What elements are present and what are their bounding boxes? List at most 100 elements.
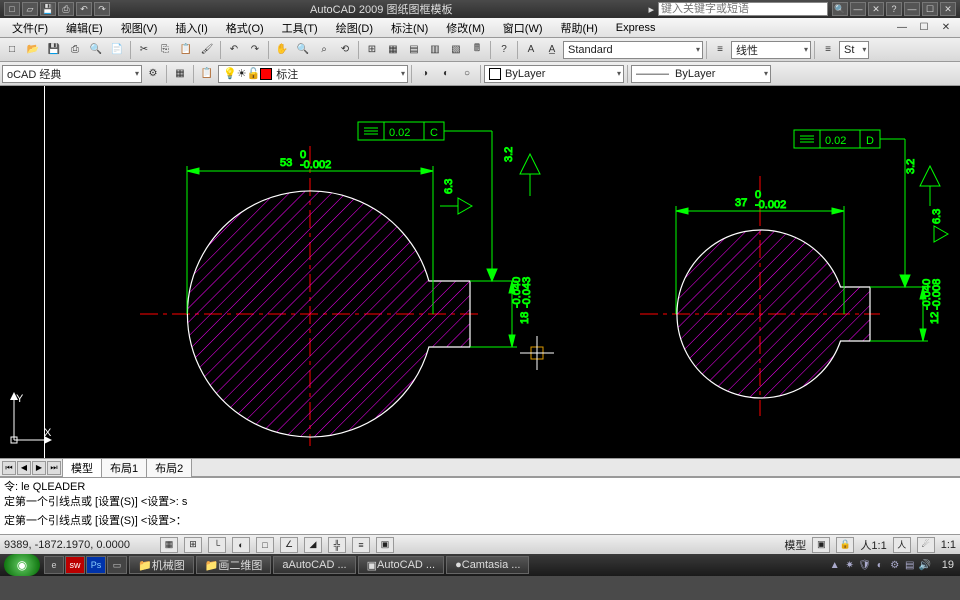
taskbar-item-4[interactable]: ▣ AutoCAD ... bbox=[358, 556, 444, 574]
snap-toggle[interactable]: ▦ bbox=[160, 537, 178, 553]
qat-redo-icon[interactable]: ↷ bbox=[94, 2, 110, 16]
zoom-win-icon[interactable]: ⌕ bbox=[314, 40, 334, 60]
tab-prev-icon[interactable]: ◀ bbox=[17, 461, 31, 475]
save-icon[interactable]: 💾 bbox=[44, 40, 64, 60]
ws-settings-icon[interactable]: ⚙ bbox=[143, 64, 163, 84]
search-icon[interactable]: 🔍 bbox=[832, 2, 848, 16]
menu-tools[interactable]: 工具(T) bbox=[274, 18, 326, 38]
tray-icon[interactable]: ▤ bbox=[903, 558, 917, 572]
ortho-toggle[interactable]: └ bbox=[208, 537, 226, 553]
taskbar-item-1[interactable]: 📁 机械图 bbox=[129, 556, 194, 574]
ql-sw-icon[interactable]: sw bbox=[65, 556, 85, 574]
undo-icon[interactable]: ↶ bbox=[224, 40, 244, 60]
menu-edit[interactable]: 编辑(E) bbox=[58, 18, 111, 38]
pan-icon[interactable]: ✋ bbox=[272, 40, 292, 60]
ql-ie-icon[interactable]: e bbox=[44, 556, 64, 574]
grid-toggle[interactable]: ⊞ bbox=[184, 537, 202, 553]
menu-format[interactable]: 格式(O) bbox=[218, 18, 272, 38]
open-icon[interactable]: 📂 bbox=[23, 40, 43, 60]
copy-icon[interactable]: ⎘ bbox=[155, 40, 175, 60]
linetype-icon[interactable]: ≡ bbox=[710, 40, 730, 60]
menu-modify[interactable]: 修改(M) bbox=[438, 18, 493, 38]
tray-volume-icon[interactable]: 🔊 bbox=[918, 558, 932, 572]
dcenter-icon[interactable]: ▦ bbox=[383, 40, 403, 60]
qat-open-icon[interactable]: ▱ bbox=[22, 2, 38, 16]
markup-icon[interactable]: ▧ bbox=[446, 40, 466, 60]
properties-icon[interactable]: ⊞ bbox=[362, 40, 382, 60]
lwt-toggle[interactable]: ≡ bbox=[352, 537, 370, 553]
polar-toggle[interactable]: ◐ bbox=[232, 537, 250, 553]
tab-next-icon[interactable]: ▶ bbox=[32, 461, 46, 475]
taskbar-item-2[interactable]: 📁 画二维图 bbox=[196, 556, 272, 574]
star-icon[interactable]: ✕ bbox=[868, 2, 884, 16]
layer-mgr-icon[interactable]: 📋 bbox=[197, 64, 217, 84]
close-icon[interactable]: ✕ bbox=[940, 2, 956, 16]
tab-last-icon[interactable]: ⏭ bbox=[47, 461, 61, 475]
qat-save-icon[interactable]: 💾 bbox=[40, 2, 56, 16]
tab-layout2[interactable]: 布局2 bbox=[146, 458, 192, 477]
menu-file[interactable]: 文件(F) bbox=[4, 18, 56, 38]
publish-icon[interactable]: 📄 bbox=[107, 40, 127, 60]
tray-icon[interactable]: ◐ bbox=[873, 558, 887, 572]
textstyle-icon[interactable]: A̲ bbox=[542, 40, 562, 60]
menu-window[interactable]: 窗口(W) bbox=[495, 18, 551, 38]
doc-minimize-icon[interactable]: — bbox=[892, 18, 912, 38]
doc-close-icon[interactable]: ✕ bbox=[936, 18, 956, 38]
help2-icon[interactable]: ? bbox=[494, 40, 514, 60]
otrack-toggle[interactable]: ∠ bbox=[280, 537, 298, 553]
qat-new-icon[interactable]: □ bbox=[4, 2, 20, 16]
layer-iso-icon[interactable]: ◐ bbox=[436, 64, 456, 84]
menu-draw[interactable]: 绘图(D) bbox=[328, 18, 381, 38]
cut-icon[interactable]: ✂ bbox=[134, 40, 154, 60]
layer-prev-icon[interactable]: ◑ bbox=[415, 64, 435, 84]
taskbar-item-3[interactable]: a AutoCAD ... bbox=[273, 556, 355, 574]
status-vis-icon[interactable]: ☄ bbox=[917, 537, 935, 553]
tray-icon[interactable]: ▲ bbox=[828, 558, 842, 572]
print-icon[interactable]: ⎙ bbox=[65, 40, 85, 60]
dash-icon[interactable]: — bbox=[850, 2, 866, 16]
tray-icon[interactable]: ✷ bbox=[843, 558, 857, 572]
status-annoscale[interactable]: 人1:1 bbox=[860, 537, 886, 553]
taskbar-clock[interactable]: 19 bbox=[936, 559, 960, 571]
linetype-dropdown[interactable]: 线性 bbox=[731, 41, 811, 59]
tab-layout1[interactable]: 布局1 bbox=[101, 458, 147, 477]
drawing-canvas[interactable]: 53 0 -0.002 0.02 C 3.2 6.3 bbox=[0, 86, 960, 458]
taskbar-item-5[interactable]: ● Camtasia ... bbox=[446, 556, 529, 574]
text-icon[interactable]: A bbox=[521, 40, 541, 60]
ssm-icon[interactable]: ▥ bbox=[425, 40, 445, 60]
tab-first-icon[interactable]: ⏮ bbox=[2, 461, 16, 475]
command-window[interactable]: 令: le QLEADER 定第一个引线点或 [设置(S)] <设置>: s 定… bbox=[0, 476, 960, 534]
tray-icon[interactable]: 🛡 bbox=[858, 558, 872, 572]
zoom-rt-icon[interactable]: 🔍 bbox=[293, 40, 313, 60]
tray-icon[interactable]: ⚙ bbox=[888, 558, 902, 572]
std-dropdown[interactable]: St bbox=[839, 41, 869, 59]
ql-desktop-icon[interactable]: ▭ bbox=[107, 556, 127, 574]
status-anno-icon[interactable]: 人 bbox=[893, 537, 911, 553]
status-model[interactable]: 模型 bbox=[784, 537, 806, 553]
osnap-toggle[interactable]: □ bbox=[256, 537, 274, 553]
doc-maximize-icon[interactable]: ☐ bbox=[914, 18, 934, 38]
redo-icon[interactable]: ↷ bbox=[245, 40, 265, 60]
zoom-prev-icon[interactable]: ⟲ bbox=[335, 40, 355, 60]
menu-dim[interactable]: 标注(N) bbox=[383, 18, 436, 38]
layer-dropdown[interactable]: 💡 ☀ 🔓 标注 bbox=[218, 65, 408, 83]
start-button[interactable]: ◉ bbox=[4, 554, 40, 576]
qat-print-icon[interactable]: ⎙ bbox=[58, 2, 74, 16]
status-lock-icon[interactable]: 🔒 bbox=[836, 537, 854, 553]
minimize-icon[interactable]: — bbox=[904, 2, 920, 16]
layer-off-icon[interactable]: ○ bbox=[457, 64, 477, 84]
menu-express[interactable]: Express bbox=[608, 20, 664, 36]
workspace-dropdown[interactable]: oCAD 经典 bbox=[2, 65, 142, 83]
layer-prop-icon[interactable]: ▦ bbox=[170, 64, 190, 84]
status-max-icon[interactable]: ▣ bbox=[812, 537, 830, 553]
menu-help[interactable]: 帮助(H) bbox=[553, 18, 606, 38]
dyn-toggle[interactable]: ╬ bbox=[328, 537, 346, 553]
toolpal-icon[interactable]: ▤ bbox=[404, 40, 424, 60]
textstyle-dropdown[interactable]: Standard bbox=[563, 41, 703, 59]
std-icon[interactable]: ≡ bbox=[818, 40, 838, 60]
menu-view[interactable]: 视图(V) bbox=[113, 18, 166, 38]
paste-icon[interactable]: 📋 bbox=[176, 40, 196, 60]
preview-icon[interactable]: 🔍 bbox=[86, 40, 106, 60]
tab-model[interactable]: 模型 bbox=[62, 458, 102, 477]
menu-insert[interactable]: 插入(I) bbox=[167, 18, 215, 38]
